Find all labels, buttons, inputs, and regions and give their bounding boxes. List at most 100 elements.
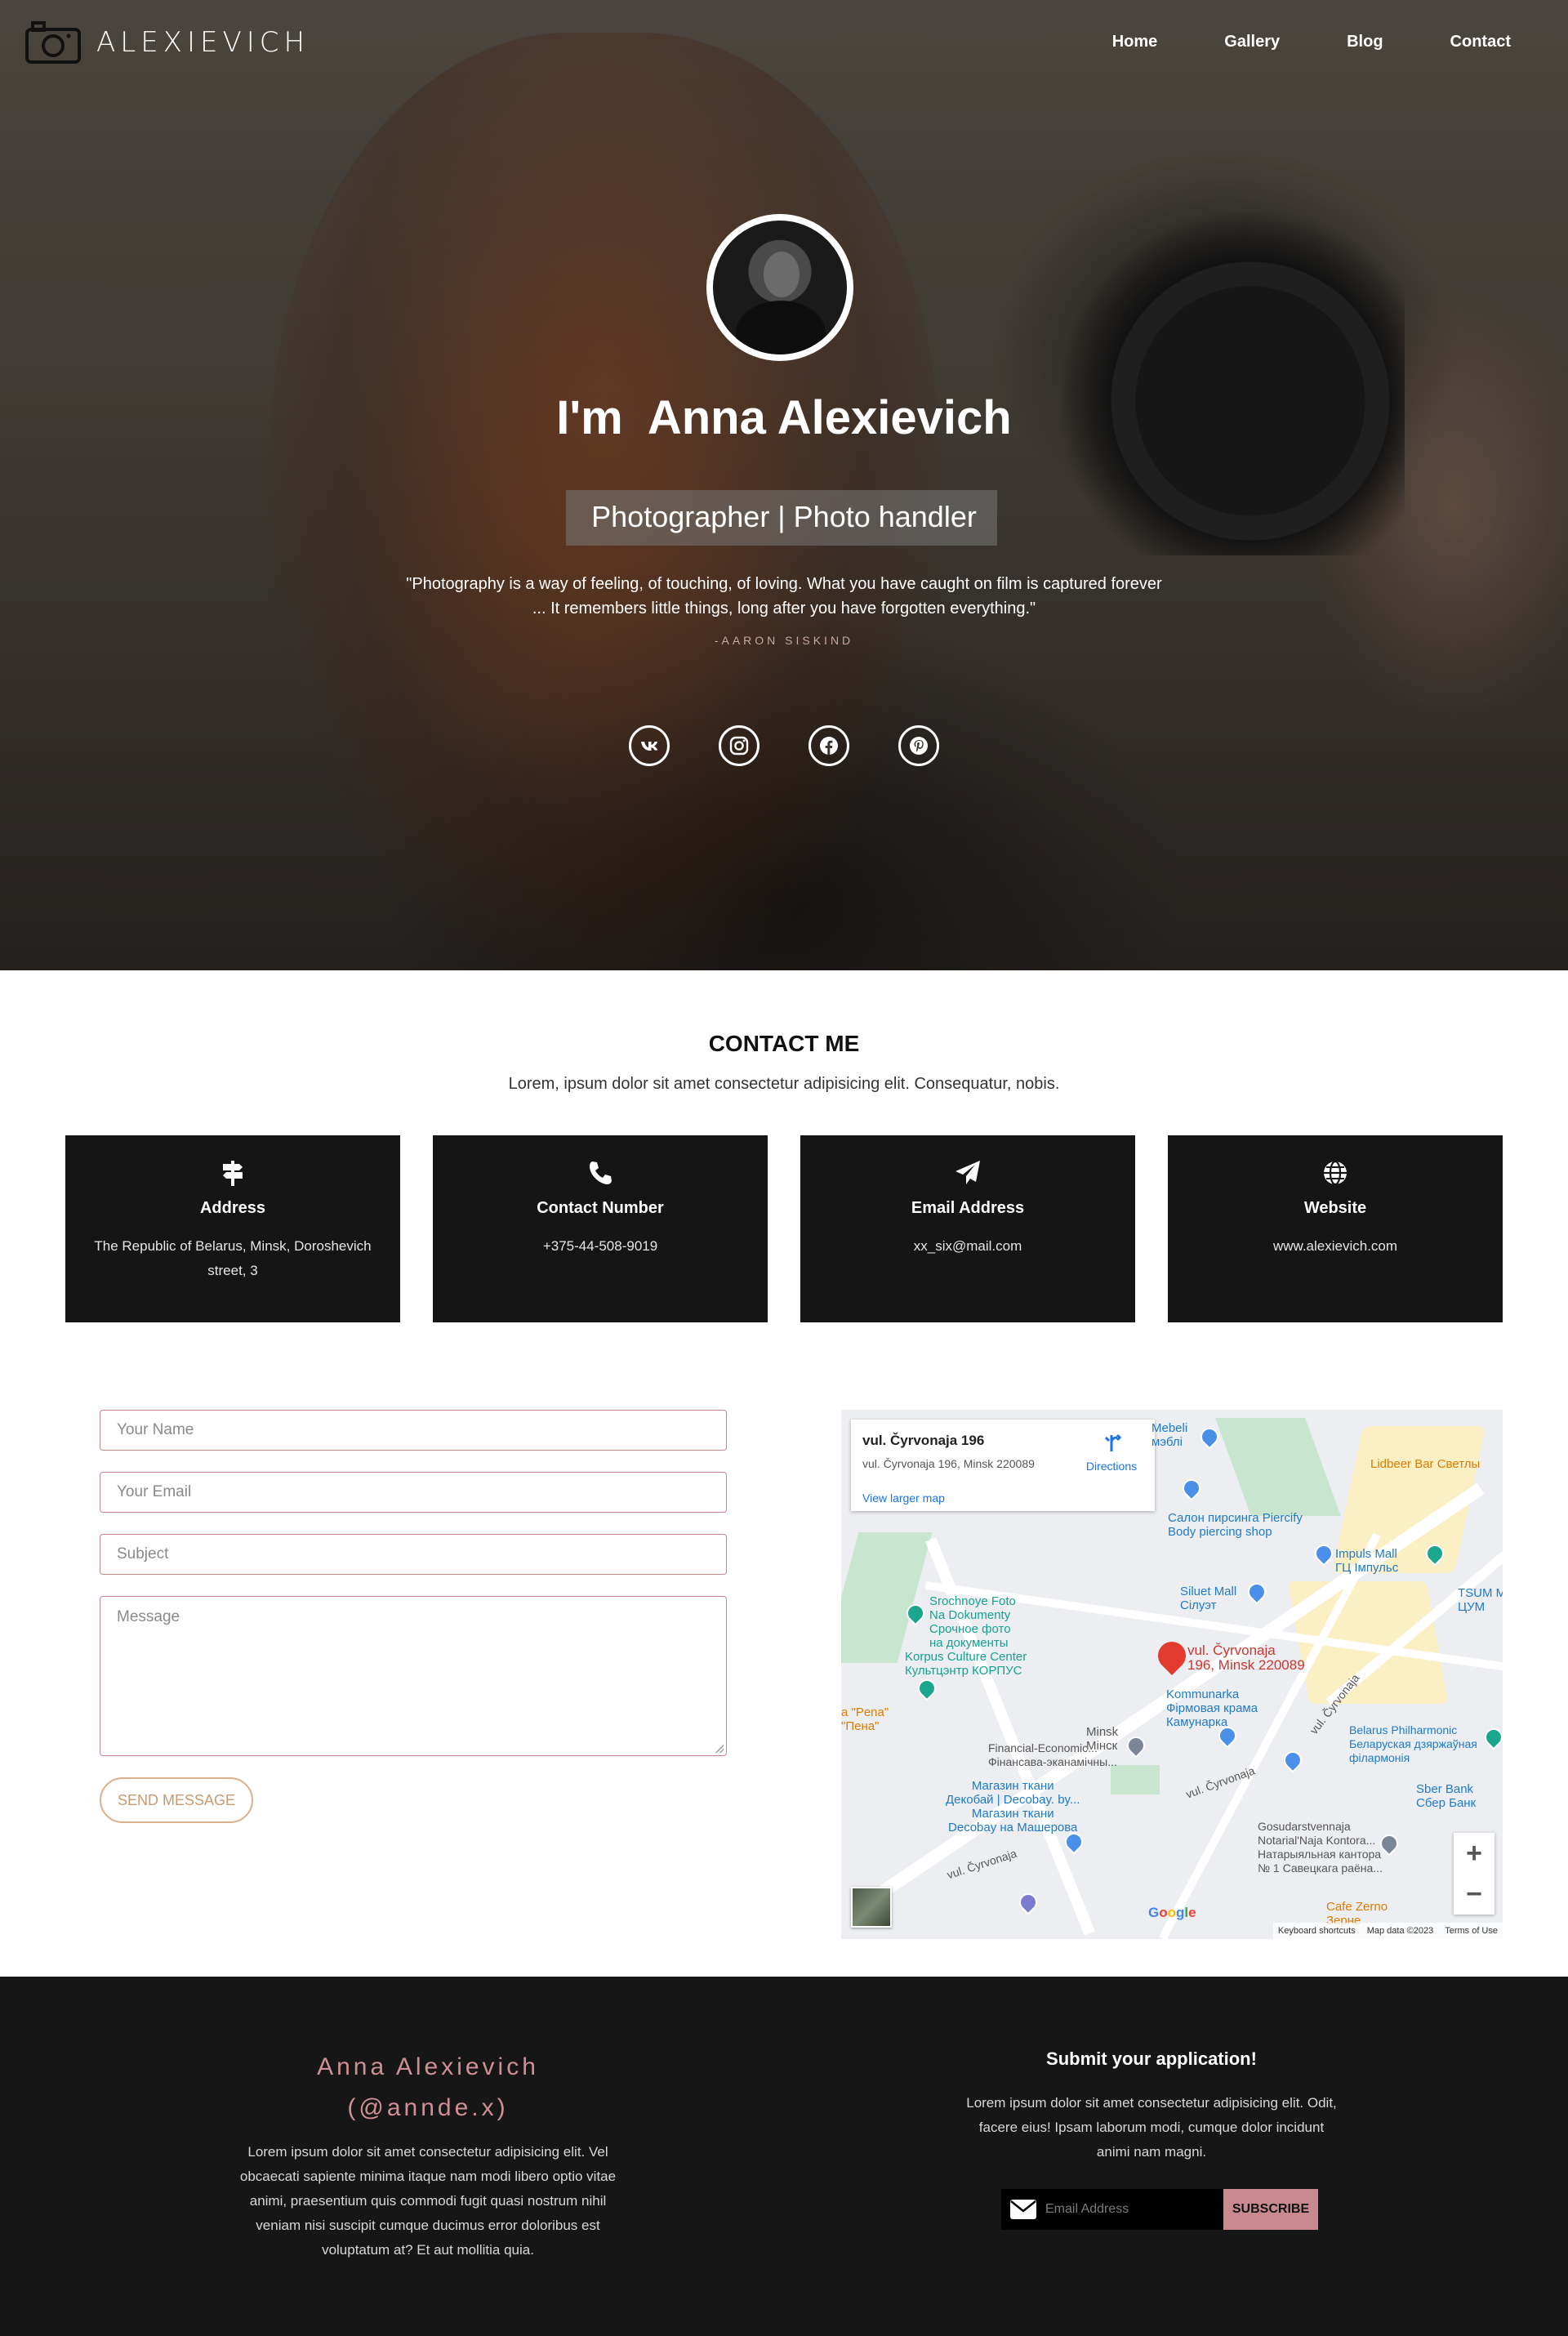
- map-pin[interactable]: [914, 1675, 940, 1701]
- footer-name: Anna Alexievich: [317, 2053, 539, 2080]
- send-message-button[interactable]: SEND MESSAGE: [100, 1777, 253, 1823]
- map-pin[interactable]: [1280, 1747, 1306, 1773]
- instagram-icon[interactable]: [719, 725, 760, 766]
- card-email: Email Address xx_six@mail.com: [800, 1135, 1135, 1322]
- map-label: TSUM M ЦУМ: [1458, 1586, 1503, 1614]
- subject-field[interactable]: Subject: [100, 1534, 727, 1575]
- map-pin[interactable]: [1481, 1724, 1503, 1750]
- zoom-out-button[interactable]: −: [1454, 1874, 1494, 1915]
- card-text: +375-44-508-9019: [542, 1238, 658, 1254]
- map-pin[interactable]: [1311, 1540, 1337, 1567]
- map-label: Магазин ткани Декобай | Decobay. by... М…: [946, 1779, 1080, 1834]
- card-website: Website www.alexievich.com: [1168, 1135, 1503, 1322]
- nav-contact[interactable]: Contact: [1450, 33, 1511, 51]
- map-label: Lidbeer Bar Светлы: [1370, 1457, 1481, 1471]
- subscribe-text: Lorem ipsum dolor sit amet consectetur a…: [966, 2095, 1337, 2160]
- hero-quote: "Photography is a way of feeling, of tou…: [406, 575, 1162, 617]
- avatar-face: [764, 252, 800, 297]
- footer-description: Lorem ipsum dolor sit amet consectetur a…: [239, 2144, 617, 2258]
- contact-title: CONTACT ME: [708, 1031, 860, 1056]
- map-pin[interactable]: [1123, 1732, 1149, 1759]
- map-park: [841, 1532, 933, 1663]
- email-field[interactable]: Your Email: [100, 1472, 727, 1513]
- contact-form: Your Name Your Email Subject Message SEN…: [100, 1410, 727, 1823]
- signpost-icon: [223, 1161, 243, 1186]
- zoom-in-button[interactable]: +: [1454, 1833, 1494, 1874]
- nav-gallery[interactable]: Gallery: [1224, 33, 1280, 51]
- map-label: Belarus Philharmonic Беларуская дзяржаўн…: [1349, 1723, 1477, 1764]
- resize-handle[interactable]: [715, 1745, 724, 1753]
- view-larger-map-link[interactable]: View larger map: [862, 1491, 1143, 1505]
- location-pin[interactable]: [1152, 1635, 1192, 1676]
- satellite-toggle[interactable]: [851, 1887, 892, 1928]
- footer-name-block: Anna Alexievich (@annde.x): [216, 2047, 640, 2129]
- map-footer: Keyboard shortcuts Map data ©2023 Terms …: [1272, 1923, 1503, 1939]
- subscribe-email-input[interactable]: Email Address: [1001, 2189, 1223, 2230]
- map-label: Kommunarka Фірмовая крама Камунарка: [1166, 1687, 1258, 1729]
- name-field[interactable]: Your Name: [100, 1410, 727, 1451]
- map-label: a "Pena" "Пена": [841, 1705, 889, 1733]
- google-logo: Google: [1148, 1905, 1196, 1920]
- directions-button[interactable]: Directions: [1083, 1433, 1140, 1473]
- nav-blog[interactable]: Blog: [1347, 33, 1383, 51]
- contact-lead: Lorem, ipsum dolor sit amet consectetur …: [508, 1075, 1060, 1093]
- social-links: [629, 725, 988, 766]
- map-place-card: vul. Čyrvonaja 196 vul. Čyrvonaja 196, M…: [851, 1420, 1155, 1511]
- map-label: Салон пирсинга Piercify Body piercing sh…: [1168, 1511, 1303, 1539]
- avatar: [706, 214, 853, 361]
- phone-icon: [590, 1161, 612, 1184]
- envelope-icon: [1010, 2200, 1036, 2219]
- footer-handle: (@annde.x): [347, 2094, 509, 2121]
- map-label: Srochnoye Foto Na Dokumenty Срочное фото…: [929, 1594, 1016, 1650]
- map-label: Sber Bank Сбер Банк: [1416, 1782, 1477, 1810]
- map-label: Gosudarstvennaja Notarial'Naja Kontora..…: [1258, 1820, 1383, 1875]
- map-label: Impuls Mall ГЦ Імпульс: [1335, 1547, 1399, 1575]
- map-label: Financial-Economic... Фінансава-эканаміч…: [988, 1741, 1117, 1768]
- map-pin[interactable]: [1178, 1475, 1205, 1501]
- card-title: Address: [199, 1199, 266, 1217]
- map-data-text: Map data ©2023: [1366, 1926, 1434, 1936]
- contact-cards: Address The Republic of Belarus, Minsk, …: [65, 1135, 1503, 1322]
- card-title: Email Address: [911, 1199, 1025, 1217]
- top-nav: ALEXIEVICH Home Gallery Blog Contact: [0, 0, 1568, 90]
- nav-links: Home Gallery Blog Contact: [1045, 33, 1511, 51]
- terms-link[interactable]: Terms of Use: [1445, 1926, 1498, 1936]
- camera-icon: [25, 21, 81, 64]
- map-label: vul. Čyrvonaja 196, Minsk 220089: [1187, 1643, 1305, 1673]
- facebook-icon[interactable]: [808, 725, 849, 766]
- card-text: The Republic of Belarus, Minsk, Doroshev…: [94, 1238, 372, 1278]
- street-label: vul. Čyrvonaja: [945, 1846, 1018, 1882]
- email-placeholder: Email Address: [1045, 2202, 1129, 2216]
- hero-section: ALEXIEVICH Home Gallery Blog Contact I'm…: [0, 0, 1568, 970]
- map-label: Mebeli мэблі: [1152, 1421, 1188, 1449]
- subscribe-form: Email Address SUBSCRIBE: [1001, 2189, 1318, 2230]
- logo-text: ALEXIEVICH: [96, 26, 310, 59]
- vk-icon[interactable]: [629, 725, 670, 766]
- map-embed[interactable]: vul. Čyrvonaja 196 vul. Čyrvonaja 196, M…: [841, 1410, 1503, 1939]
- directions-label: Directions: [1085, 1460, 1138, 1473]
- quote-author: -AARON SISKIND: [714, 634, 854, 647]
- avatar-body: [736, 301, 826, 354]
- paper-plane-icon: [956, 1161, 980, 1184]
- logo[interactable]: ALEXIEVICH: [24, 20, 310, 65]
- nav-home[interactable]: Home: [1112, 33, 1158, 51]
- subscribe-button[interactable]: SUBSCRIBE: [1223, 2189, 1318, 2230]
- card-phone: Contact Number +375-44-508-9019: [433, 1135, 768, 1322]
- card-title: Website: [1303, 1199, 1367, 1217]
- message-placeholder: Message: [117, 1608, 180, 1625]
- pinterest-icon[interactable]: [898, 725, 939, 766]
- hero-subtitle: Photographer | Photo handler: [591, 500, 977, 533]
- map-park: [1215, 1418, 1341, 1516]
- message-field[interactable]: Message: [100, 1596, 727, 1756]
- card-address: Address The Republic of Belarus, Minsk, …: [65, 1135, 400, 1322]
- card-title: Contact Number: [537, 1199, 664, 1217]
- map-label: Korpus Culture Center Культцэнтр КОРПУС: [905, 1650, 1027, 1678]
- map-park: [1111, 1765, 1160, 1794]
- footer: Anna Alexievich (@annde.x) Lorem ipsum d…: [0, 1977, 1568, 2336]
- map-pin[interactable]: [1244, 1579, 1270, 1605]
- card-text: xx_six@mail.com: [913, 1238, 1022, 1254]
- keyboard-shortcuts-link[interactable]: Keyboard shortcuts: [1278, 1926, 1356, 1936]
- globe-icon: [1324, 1160, 1347, 1186]
- hero-overlay: [0, 0, 1568, 970]
- parking-pin[interactable]: [1015, 1889, 1041, 1915]
